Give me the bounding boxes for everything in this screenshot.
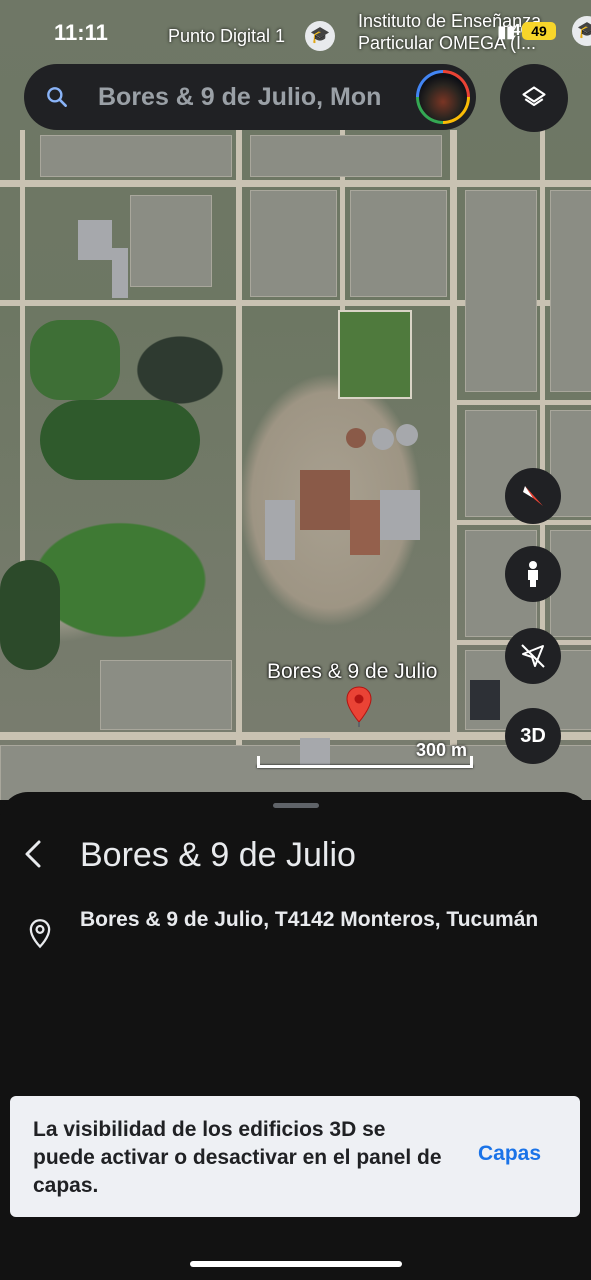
map-building bbox=[300, 470, 350, 530]
battery-icon: 49 bbox=[522, 22, 556, 40]
status-bar: 11:11 Punto Digital 1 🎓 Instituto de Ens… bbox=[0, 0, 591, 60]
map-building bbox=[112, 248, 128, 298]
map-building bbox=[380, 490, 420, 540]
3d-toggle-button[interactable]: 3D bbox=[505, 708, 561, 764]
map-block bbox=[465, 190, 537, 392]
map-road bbox=[236, 130, 242, 800]
map-building bbox=[265, 500, 295, 560]
map-road bbox=[0, 732, 591, 740]
map-pin-icon[interactable] bbox=[346, 686, 372, 728]
scale-bar bbox=[257, 765, 473, 768]
map-vegetation bbox=[0, 560, 60, 670]
graduation-cap-icon[interactable]: 🎓 bbox=[572, 16, 591, 46]
map-road bbox=[0, 180, 591, 187]
map-block bbox=[250, 190, 337, 297]
layers-button[interactable] bbox=[500, 64, 568, 132]
map-building bbox=[396, 424, 418, 446]
map-scale: 300 m bbox=[257, 740, 473, 768]
street-view-button[interactable] bbox=[505, 546, 561, 602]
back-arrow-icon[interactable] bbox=[16, 836, 52, 872]
scale-label: 300 m bbox=[415, 740, 467, 760]
scale-tick bbox=[470, 756, 473, 768]
sheet-drag-handle[interactable] bbox=[273, 803, 319, 808]
map-building bbox=[470, 680, 500, 720]
map-building bbox=[78, 220, 112, 260]
place-title: Bores & 9 de Julio bbox=[80, 836, 356, 874]
map-block bbox=[550, 190, 591, 392]
map-block bbox=[40, 135, 232, 177]
map-building bbox=[346, 428, 366, 448]
toast-message: La visibilidad de los edificios 3D se pu… bbox=[33, 1118, 442, 1197]
search-input[interactable]: Bores & 9 de Julio, Mon bbox=[98, 83, 413, 112]
info-toast: La visibilidad de los edificios 3D se pu… bbox=[10, 1096, 580, 1217]
map-road bbox=[20, 130, 25, 590]
layers-icon bbox=[522, 86, 546, 107]
map-poi-label[interactable]: Punto Digital 1 bbox=[168, 26, 285, 47]
compass-icon bbox=[523, 486, 543, 506]
map-block bbox=[130, 195, 212, 287]
compass-button[interactable] bbox=[505, 468, 561, 524]
search-icon[interactable] bbox=[44, 84, 70, 110]
search-bar[interactable]: Bores & 9 de Julio, Mon bbox=[24, 64, 476, 130]
home-indicator[interactable] bbox=[190, 1261, 402, 1267]
map-building bbox=[372, 428, 394, 450]
layers-action-button[interactable]: Capas bbox=[478, 1142, 541, 1166]
map-building bbox=[350, 500, 380, 555]
map-road bbox=[450, 130, 457, 800]
status-time: 11:11 bbox=[54, 20, 108, 45]
graduation-cap-icon[interactable]: 🎓 bbox=[305, 21, 335, 51]
navigation-off-icon bbox=[521, 644, 545, 668]
map-block bbox=[250, 135, 442, 177]
map-vegetation bbox=[40, 400, 200, 480]
place-address: Bores & 9 de Julio, T4142 Monteros, Tucu… bbox=[80, 908, 539, 931]
map-block bbox=[350, 190, 447, 297]
map-sports-field bbox=[338, 310, 412, 399]
location-off-button[interactable] bbox=[505, 628, 561, 684]
account-avatar[interactable] bbox=[416, 70, 470, 124]
scale-tick bbox=[257, 756, 260, 768]
map-road bbox=[455, 400, 591, 405]
map-block bbox=[100, 660, 232, 730]
pegman-icon bbox=[528, 561, 538, 587]
pin-label: Bores & 9 de Julio bbox=[267, 660, 438, 683]
map-vegetation bbox=[30, 320, 120, 400]
location-pin-icon bbox=[29, 919, 51, 949]
